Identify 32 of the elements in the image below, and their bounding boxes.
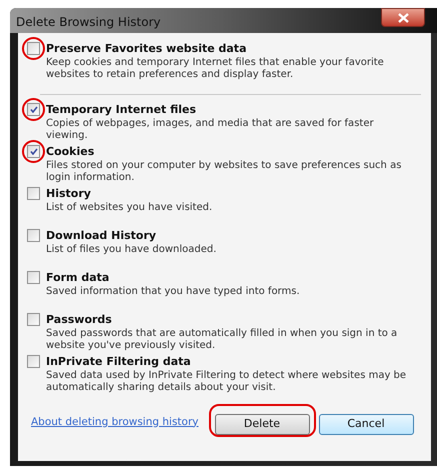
option-description: Keep cookies and temporary Internet files that enable your favorite websites to retain preferences and display faster. — [46, 57, 385, 81]
option-description: Saved data used by InPrivate Filtering to detect where websites may be automatically sharing details about your visit. — [46, 370, 407, 394]
option-label[interactable]: Preserve Favorites website data — [46, 42, 246, 56]
close-button[interactable] — [381, 8, 425, 27]
dialog-button[interactable]: Delete — [214, 414, 310, 435]
checkbox[interactable] — [27, 271, 40, 284]
option-description: Saved passwords that are automatically filled in when you sign in to a website you've previously visited. — [46, 328, 398, 352]
option-label[interactable]: Form data — [46, 271, 110, 285]
help-link[interactable]: About deleting browsing history — [31, 414, 198, 430]
option-description: List of websites you have visited. — [46, 202, 214, 214]
option-description: Files stored on your computer by websites to save preferences such as login information. — [46, 160, 402, 184]
option-description: Copies of webpages, images, and media that are saved for faster viewing. — [46, 118, 375, 142]
option-label[interactable]: Passwords — [46, 313, 112, 327]
option-description: Saved information that you have typed into forms. — [46, 286, 301, 298]
option-label[interactable]: History — [46, 187, 91, 201]
checkbox[interactable] — [27, 42, 40, 55]
checkmark-icon — [30, 148, 38, 155]
checkmark-icon — [30, 106, 38, 113]
option-label[interactable]: InPrivate Filtering data — [46, 355, 191, 369]
option-label[interactable]: Download History — [46, 229, 156, 243]
checkbox[interactable] — [27, 187, 40, 200]
checkbox[interactable] — [27, 145, 40, 158]
checkbox[interactable] — [27, 229, 40, 242]
window-title: Delete Browsing History — [15, 14, 161, 31]
close-icon — [398, 12, 408, 22]
option-description: List of files you have downloaded. — [46, 244, 218, 256]
option-label[interactable]: Temporary Internet files — [46, 103, 196, 117]
checkbox[interactable] — [27, 313, 40, 326]
checkbox[interactable] — [27, 103, 40, 116]
dialog-button[interactable]: Cancel — [318, 414, 414, 435]
checkbox[interactable] — [27, 355, 40, 368]
option-label[interactable]: Cookies — [46, 145, 94, 159]
